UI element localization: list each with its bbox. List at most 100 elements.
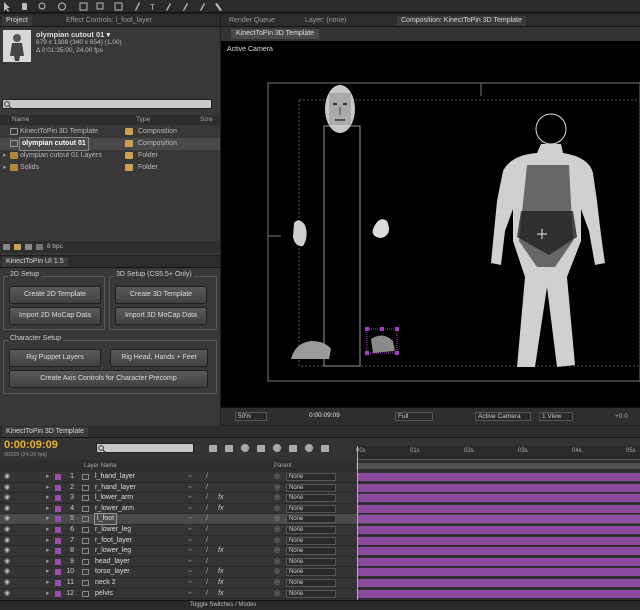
eye-icon[interactable]: ◉ [4, 514, 10, 524]
expand-triangle-icon[interactable]: ▸ [46, 525, 50, 535]
eye-icon[interactable]: ◉ [4, 525, 10, 535]
parent-dropdown[interactable]: None [286, 526, 336, 534]
list-item[interactable]: ▸ Solids Folder [0, 162, 220, 174]
shy-switch-icon[interactable]: ⌁ [188, 483, 192, 493]
parent-dropdown[interactable]: None [286, 473, 336, 481]
quality-switch-icon[interactable]: / [206, 493, 208, 503]
project-search-input[interactable] [2, 99, 212, 109]
camera-dropdown[interactable]: Active Camera [475, 412, 531, 421]
views-dropdown[interactable]: 1 View [539, 412, 573, 421]
eye-icon[interactable]: ◉ [4, 472, 10, 482]
list-item[interactable]: KinectToPin 3D Template Composition [0, 126, 220, 138]
create-2d-template-button[interactable]: Create 2D Template [9, 286, 101, 304]
table-row[interactable]: ◉ ▸ 9 head_layer ⌁ / ◎ None [0, 557, 640, 568]
parent-dropdown[interactable]: None [286, 494, 336, 503]
eye-icon[interactable]: ◉ [4, 578, 10, 588]
layer-duration-bar[interactable] [358, 494, 640, 503]
quality-switch-icon[interactable]: / [206, 589, 208, 599]
fx-icon[interactable]: fx [218, 546, 223, 556]
eye-icon[interactable]: ◉ [4, 546, 10, 556]
tab-timeline[interactable]: KinectToPin 3D Template [2, 427, 89, 437]
fx-icon[interactable]: fx [218, 567, 223, 577]
timeline-switch-icons[interactable] [205, 438, 355, 460]
label-color-swatch[interactable] [55, 537, 61, 544]
col-size[interactable]: Size [200, 115, 213, 125]
layer-name[interactable]: r_lower_leg [95, 525, 131, 535]
tab-composition[interactable]: Composition: KinectToPin 3D Template [397, 16, 526, 26]
list-item[interactable]: olympian cutout 01 Composition [0, 137, 220, 151]
current-time[interactable]: 0:00:09:09 [307, 412, 349, 421]
parent-pickwhip-icon[interactable]: ◎ [274, 525, 280, 535]
quality-switch-icon[interactable]: / [206, 514, 208, 524]
layer-name[interactable]: head_layer [95, 557, 130, 567]
table-row[interactable]: ◉ ▸ 4 r_lower_arm ⌁ / fx ◎ None [0, 504, 640, 515]
parent-pickwhip-icon[interactable]: ◎ [274, 536, 280, 546]
eye-icon[interactable]: ◉ [4, 557, 10, 567]
table-row[interactable]: ◉ ▸ 7 r_foot_layer ⌁ / ◎ None [0, 536, 640, 547]
label-color-swatch[interactable] [55, 569, 61, 576]
expand-triangle-icon[interactable]: ▸ [46, 536, 50, 546]
parent-dropdown[interactable]: None [286, 504, 336, 513]
expand-triangle-icon[interactable]: ▸ [46, 504, 50, 514]
eye-icon[interactable]: ◉ [4, 504, 10, 514]
eye-icon[interactable]: ◉ [4, 483, 10, 493]
create-3d-template-button[interactable]: Create 3D Template [115, 286, 207, 304]
shy-switch-icon[interactable]: ⌁ [188, 472, 192, 482]
layer-duration-bar[interactable] [358, 557, 640, 566]
comp-viewer[interactable]: Active Camera [221, 41, 640, 407]
table-row[interactable]: ◉ ▸ 12 pelvis ⌁ / fx ◎ None [0, 589, 640, 600]
table-row[interactable]: ◉ ▸ 10 torso_layer ⌁ / fx ◎ None [0, 567, 640, 578]
expand-triangle-icon[interactable]: ▸ [46, 493, 50, 503]
zoom-dropdown[interactable]: 50% [235, 412, 267, 421]
label-color-swatch[interactable] [55, 474, 61, 480]
timeline-search-input[interactable] [96, 443, 194, 453]
import-2d-mocap-button[interactable]: Import 2D MoCap Data [9, 307, 101, 325]
shy-switch-icon[interactable]: ⌁ [188, 578, 192, 588]
label-color-swatch[interactable] [55, 580, 61, 586]
playhead[interactable] [357, 446, 358, 602]
parent-pickwhip-icon[interactable]: ◎ [274, 567, 280, 577]
label-color-swatch[interactable] [55, 548, 61, 555]
expand-triangle-icon[interactable]: ▸ [46, 483, 50, 493]
layer-name[interactable]: l_foot [93, 513, 118, 526]
eye-icon[interactable]: ◉ [4, 589, 10, 599]
parent-pickwhip-icon[interactable]: ◎ [274, 546, 280, 556]
shy-switch-icon[interactable]: ⌁ [188, 525, 192, 535]
resolution-dropdown[interactable]: Full [395, 412, 433, 421]
parent-dropdown[interactable]: None [286, 547, 336, 556]
expand-triangle-icon[interactable]: ▸ [3, 162, 7, 174]
label-color-swatch[interactable] [55, 484, 61, 491]
bpc-label[interactable]: 8 bpc [47, 243, 63, 250]
tab-project[interactable]: Project [2, 16, 32, 26]
layer-duration-bar[interactable] [358, 504, 640, 513]
timeline-current-time[interactable]: 0:00:09:09 [4, 439, 58, 451]
toggle-switches-modes[interactable]: Toggle Switches / Modes [190, 602, 256, 608]
expand-triangle-icon[interactable]: ▸ [46, 578, 50, 588]
col-type[interactable]: Type [136, 115, 150, 125]
parent-pickwhip-icon[interactable]: ◎ [274, 589, 280, 599]
shy-switch-icon[interactable]: ⌁ [188, 589, 192, 599]
fx-icon[interactable]: fx [218, 504, 223, 514]
layer-duration-bar[interactable] [358, 536, 640, 545]
fx-icon[interactable]: fx [218, 589, 223, 599]
parent-dropdown[interactable]: None [286, 557, 336, 566]
tab-layer[interactable]: Layer: (none) [301, 16, 351, 26]
tab-kinecttopin[interactable]: KinectToPin UI 1.5 [2, 257, 68, 267]
parent-dropdown[interactable]: None [286, 568, 336, 577]
col-name[interactable]: Name [12, 115, 29, 125]
create-axis-controls-button[interactable]: Create Axis Controls for Character Preco… [9, 370, 208, 388]
time-ruler[interactable]: 00s 01s 02s 03s 04s 05s [356, 446, 640, 460]
parent-dropdown[interactable]: None [286, 515, 336, 524]
table-row[interactable]: ◉ ▸ 5 l_foot ⌁ / ◎ None [0, 513, 640, 526]
shy-switch-icon[interactable]: ⌁ [188, 567, 192, 577]
quality-switch-icon[interactable]: / [206, 483, 208, 493]
quality-switch-icon[interactable]: / [206, 557, 208, 567]
expand-triangle-icon[interactable]: ▸ [46, 546, 50, 556]
layer-duration-bar[interactable] [358, 483, 640, 492]
parent-pickwhip-icon[interactable]: ◎ [274, 493, 280, 503]
layer-name[interactable]: l_hand_layer [95, 472, 135, 482]
rig-head-hands-feet-button[interactable]: Rig Head, Hands + Feet [110, 349, 208, 367]
quality-switch-icon[interactable]: / [206, 472, 208, 482]
parent-pickwhip-icon[interactable]: ◎ [274, 472, 280, 482]
exposure-value[interactable]: +0.0 [615, 413, 628, 420]
